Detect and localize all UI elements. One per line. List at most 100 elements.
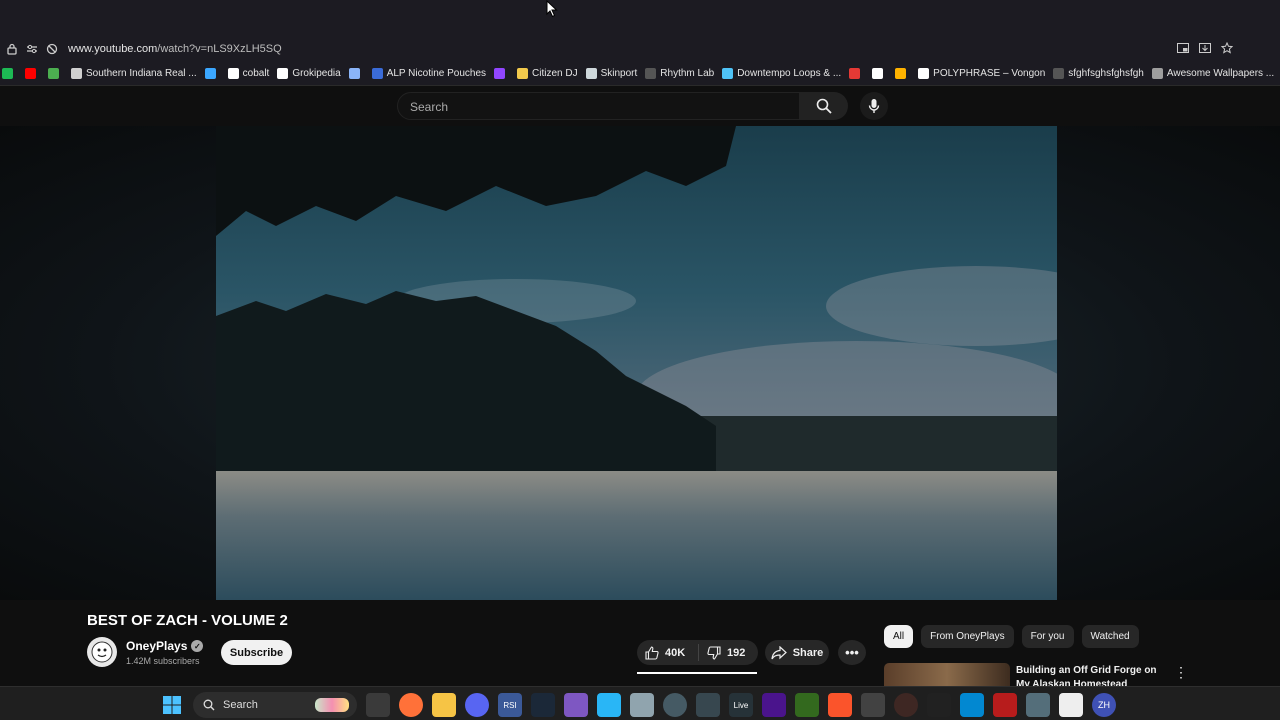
brave-icon[interactable]: [828, 693, 852, 717]
microphone-icon: [868, 99, 880, 113]
wallpaper-icon: [1151, 68, 1163, 79]
video-scene-image: [216, 126, 1057, 600]
like-ratio-bar: [637, 672, 757, 674]
bookmark-item[interactable]: Grokipedia: [277, 68, 341, 79]
channel-name[interactable]: OneyPlays ✓: [126, 639, 204, 653]
video-title: BEST OF ZACH - VOLUME 2: [87, 612, 288, 629]
recommended-video-title[interactable]: Building an Off Grid Forge on My Alaskan…: [1016, 664, 1166, 686]
windows-start-icon[interactable]: [160, 693, 184, 717]
bookmark-item[interactable]: Downtempo Loops & ...: [722, 68, 841, 79]
doc-icon: [71, 68, 82, 79]
bookmark-item[interactable]: Skinport: [585, 68, 637, 79]
youtube-icon: [25, 68, 36, 79]
bookmark-label: Grokipedia: [292, 68, 341, 79]
twitch-icon: [494, 68, 506, 79]
filter-chip[interactable]: Watched: [1081, 625, 1139, 648]
layers-icon: [204, 68, 216, 79]
notepad-icon[interactable]: [597, 693, 621, 717]
filter-chip[interactable]: From OneyPlays: [921, 625, 1014, 648]
site-permissions-icon[interactable]: [24, 41, 40, 57]
bookmark-label: Downtempo Loops & ...: [737, 68, 842, 79]
more-actions-button[interactable]: •••: [838, 640, 866, 665]
task-view-icon[interactable]: [366, 693, 390, 717]
bookmark-item[interactable]: [25, 68, 40, 79]
bookmark-item[interactable]: POLYPHRASE – Vongon: [918, 68, 1045, 79]
bookmark-star-icon[interactable]: [1220, 41, 1234, 55]
bookmark-item[interactable]: [895, 68, 910, 79]
bookmark-item[interactable]: [204, 68, 220, 79]
filter-chip[interactable]: For you: [1021, 625, 1074, 648]
bookmark-item[interactable]: cobalt: [227, 68, 269, 79]
davinci-icon[interactable]: [696, 693, 720, 717]
tool-icon[interactable]: [795, 693, 819, 717]
steam-icon[interactable]: [531, 693, 555, 717]
bookmark-item[interactable]: [849, 68, 864, 79]
discord-icon[interactable]: [465, 693, 489, 717]
recommended-video-menu-icon[interactable]: ⋮: [1174, 664, 1188, 681]
bookmark-item[interactable]: [348, 68, 364, 79]
bookmark-label: Citizen DJ: [532, 68, 578, 79]
archive-icon[interactable]: [1026, 693, 1050, 717]
check-icon: [348, 68, 360, 79]
bookmark-item[interactable]: Southern Indiana Real ...: [71, 68, 197, 79]
subscriber-count: 1.42M subscribers: [126, 656, 200, 666]
document-icon[interactable]: [1059, 693, 1083, 717]
filter-chip[interactable]: All: [884, 625, 914, 648]
rhythm-icon: [645, 68, 657, 79]
file-explorer-icon[interactable]: [432, 693, 456, 717]
dot-icon: [1053, 68, 1065, 79]
youtube-header: Search: [0, 86, 1280, 126]
bookmark-label: Awesome Wallpapers ...: [1166, 68, 1275, 79]
x-app-icon[interactable]: [927, 693, 951, 717]
browser-tab-strip: [0, 0, 1280, 36]
video-player[interactable]: [0, 126, 1280, 600]
bookmark-item[interactable]: sfghfsghsfghsfgh: [1053, 68, 1144, 79]
bookmark-item[interactable]: Awesome Wallpapers ...: [1151, 68, 1275, 79]
taskbar-search[interactable]: Search: [193, 692, 357, 718]
firefox-icon[interactable]: [399, 693, 423, 717]
video-frame[interactable]: [216, 126, 1057, 600]
bookmark-item[interactable]: [494, 68, 509, 79]
window-app-icon[interactable]: [960, 693, 984, 717]
search-input[interactable]: Search: [397, 92, 800, 120]
picture-in-picture-icon[interactable]: [1176, 41, 1190, 55]
ableton-live-icon[interactable]: Live: [729, 693, 753, 717]
lock-icon[interactable]: [4, 41, 20, 57]
skinport-icon: [585, 68, 597, 79]
rsi-launcher-icon[interactable]: RSI: [498, 693, 522, 717]
bookmark-label: Southern Indiana Real ...: [86, 68, 197, 79]
mail-icon[interactable]: [993, 693, 1017, 717]
search-button[interactable]: [800, 92, 848, 120]
bookmark-label: Rhythm Lab: [660, 68, 715, 79]
recommendation-filter-chips: All From OneyPlays For you Watched: [884, 625, 1139, 648]
download-icon[interactable]: [1198, 41, 1212, 55]
chatgpt-icon[interactable]: [663, 693, 687, 717]
cube-icon[interactable]: [861, 693, 885, 717]
recommended-video-thumbnail[interactable]: [884, 663, 1010, 686]
thumbs-down-icon: [707, 645, 721, 660]
subscribe-button[interactable]: Subscribe: [221, 640, 292, 665]
calculator-icon[interactable]: [630, 693, 654, 717]
bookmark-item[interactable]: ALP Nicotine Pouches: [371, 68, 486, 79]
bookmark-item[interactable]: Citizen DJ: [517, 68, 578, 79]
obs-icon[interactable]: [894, 693, 918, 717]
channel-avatar[interactable]: [87, 637, 117, 667]
bookmarks-bar: Southern Indiana Real ... cobalt Grokipedi…: [0, 62, 1280, 86]
dislike-button[interactable]: 192: [699, 645, 745, 660]
bookmark-item[interactable]: Rhythm Lab: [645, 68, 714, 79]
tracking-protection-icon[interactable]: [44, 41, 60, 57]
mouse-cursor-icon: [546, 0, 558, 18]
address-bar: www.youtube.com/watch?v=nLS9XzLH5SQ: [0, 36, 1280, 62]
url-field[interactable]: www.youtube.com/watch?v=nLS9XzLH5SQ: [68, 43, 282, 55]
zh-app-icon[interactable]: ZH: [1092, 693, 1116, 717]
bookmark-item[interactable]: [2, 68, 17, 79]
app-icon[interactable]: [564, 693, 588, 717]
voice-search-button[interactable]: [860, 92, 888, 120]
search-highlight-icon: [315, 698, 349, 712]
bookmark-item[interactable]: [48, 68, 63, 79]
app-sparkle-icon[interactable]: [762, 693, 786, 717]
alp-icon: [371, 68, 383, 79]
bookmark-item[interactable]: [872, 68, 887, 79]
like-button[interactable]: 40K: [637, 644, 699, 661]
share-button[interactable]: Share: [765, 640, 829, 665]
